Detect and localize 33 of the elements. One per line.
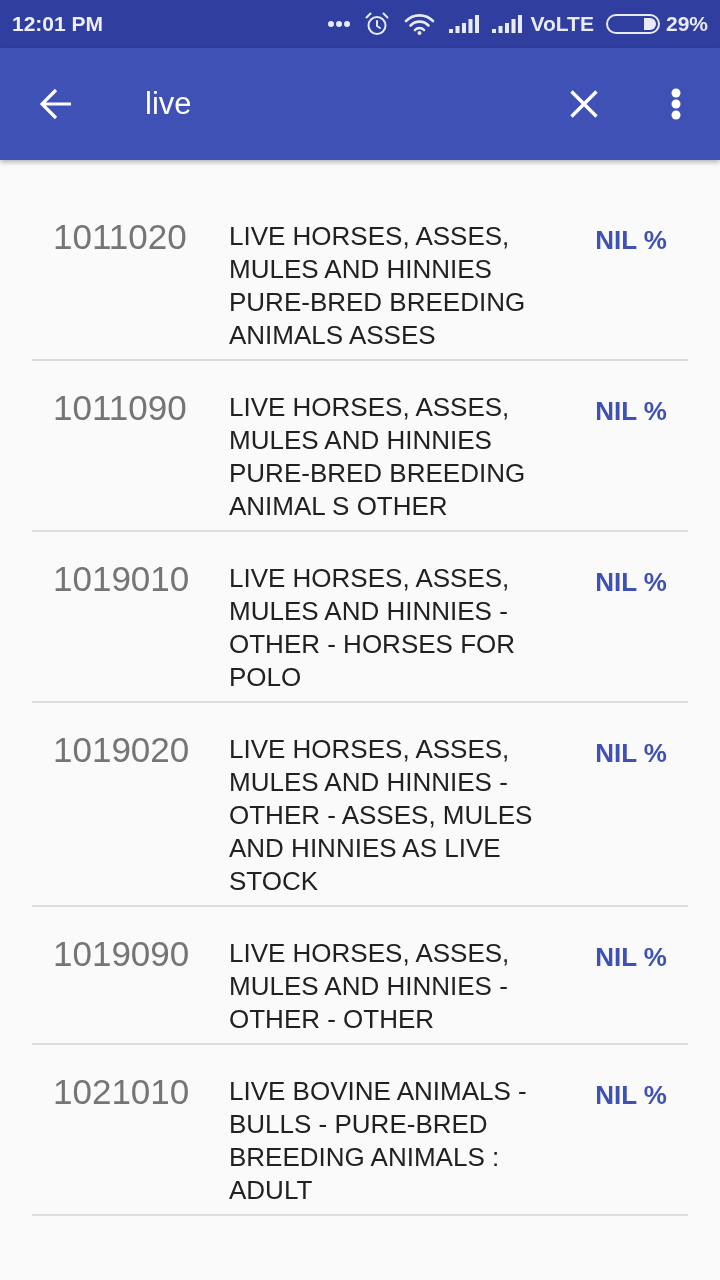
battery-percentage: 29% [665, 12, 708, 36]
tariff-code: 1011020 [53, 220, 187, 253]
item-description: LIVE HORSES, ASSES, MULES AND HINNIES - OTHER - HORSES FOR POLO [229, 562, 516, 694]
wifi-icon [403, 13, 435, 35]
item-description: LIVE HORSES, ASSES, MULES AND HINNIES PURE-BRED BREEDING ANIMAL S OTHER [229, 391, 527, 523]
more-options-button[interactable] [670, 88, 682, 120]
duty-rate: NIL % [595, 941, 667, 974]
duty-rate: NIL % [595, 566, 667, 599]
tariff-code: 1011090 [53, 391, 187, 424]
tariff-code: 1019020 [53, 733, 190, 766]
tariff-code: 1019090 [53, 937, 190, 970]
network-type: VoLTE [530, 12, 594, 36]
duty-rate: NIL % [595, 1079, 667, 1112]
close-icon [570, 90, 598, 118]
item-description: LIVE HORSES, ASSES, MULES AND HINNIES - OTHER - ASSES, MULES AND HINNIES AS LIVE STOCK [229, 733, 534, 898]
item-description: LIVE BOVINE ANIMALS - BULLS - PURE-BRED BREEDING ANIMALS : ADULT [229, 1075, 528, 1207]
clear-button[interactable] [570, 90, 598, 118]
signal-icon [448, 15, 479, 33]
tariff-code: 1019010 [53, 562, 190, 595]
more-vertical-icon [670, 88, 682, 120]
battery-icon [605, 14, 660, 34]
back-button[interactable] [40, 88, 72, 120]
alarm-clock-icon [364, 12, 389, 36]
status-time: 12:01 PM [12, 12, 104, 36]
back-arrow-icon [40, 88, 72, 120]
item-description: LIVE HORSES, ASSES, MULES AND HINNIES PURE-BRED BREEDING ANIMALS ASSES [229, 220, 527, 352]
duty-rate: NIL % [595, 395, 667, 428]
duty-rate: NIL % [595, 737, 667, 770]
more-notifications-icon [327, 21, 350, 27]
tariff-code: 1021010 [53, 1075, 190, 1108]
signal-icon [491, 15, 522, 33]
duty-rate: NIL % [595, 224, 667, 257]
item-description: LIVE HORSES, ASSES, MULES AND HINNIES - OTHER - OTHER [229, 937, 511, 1036]
